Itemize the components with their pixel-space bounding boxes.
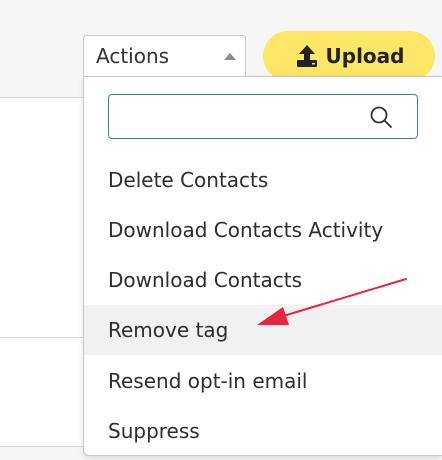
search-icon[interactable] [369,105,393,129]
menu-item-remove-tag[interactable]: Remove tag [84,305,442,355]
menu-item-label: Download Contacts [108,268,303,292]
caret-up-icon [224,53,236,60]
menu-item-download-contacts[interactable]: Download Contacts [84,255,442,305]
actions-menu: Delete Contacts Download Contacts Activi… [83,76,442,456]
menu-item-label: Delete Contacts [108,168,269,192]
upload-icon [296,45,317,67]
actions-dropdown[interactable]: Actions [83,35,246,76]
upload-button[interactable]: Upload [263,31,435,81]
actions-label: Actions [96,44,170,68]
menu-item-download-contacts-activity[interactable]: Download Contacts Activity [84,205,442,255]
menu-item-suppress[interactable]: Suppress [84,406,442,456]
menu-item-resend-opt-in-email[interactable]: Resend opt-in email [84,356,442,406]
menu-item-delete-contacts[interactable]: Delete Contacts [84,155,442,205]
menu-item-label: Download Contacts Activity [108,218,384,242]
menu-item-label: Suppress [108,419,200,443]
menu-item-label: Remove tag [108,318,229,342]
menu-search-box [108,94,418,139]
upload-label: Upload [325,44,405,68]
menu-item-label: Resend opt-in email [108,369,308,393]
menu-search-input[interactable] [109,95,383,138]
